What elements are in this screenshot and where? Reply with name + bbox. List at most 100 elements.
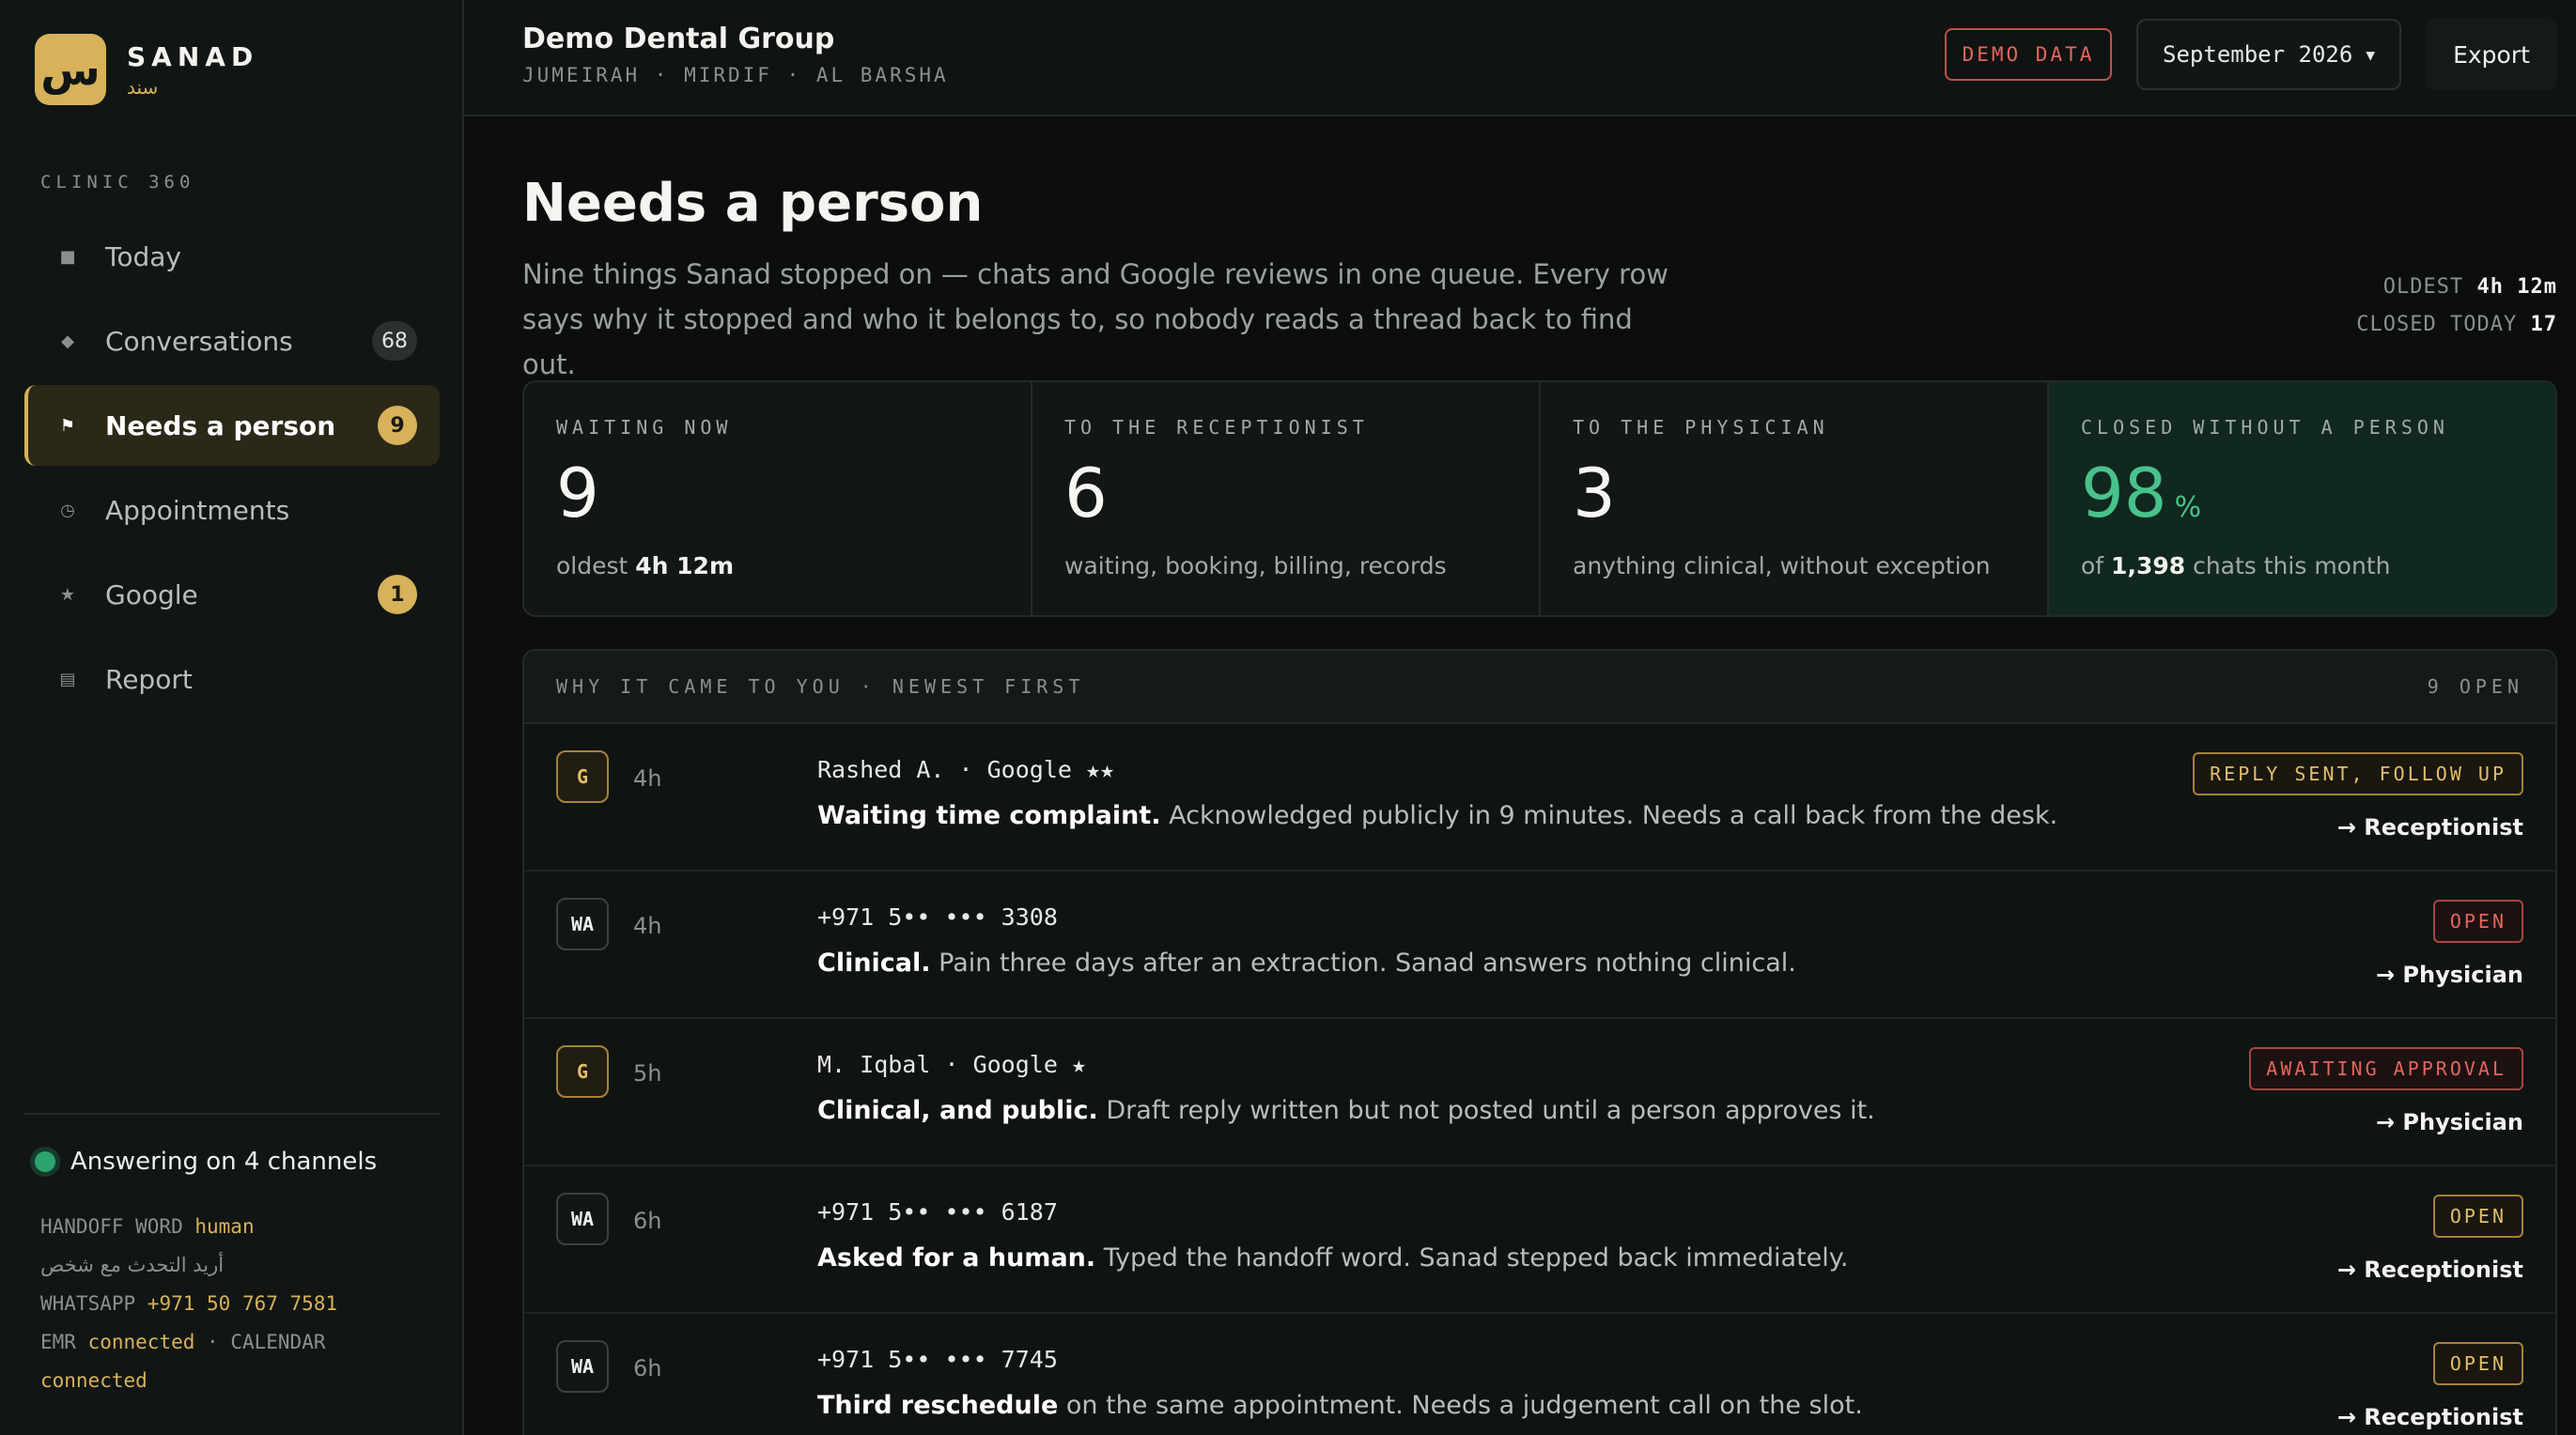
row-status-badge: OPEN xyxy=(2432,1195,2523,1238)
kpi-value: 3 xyxy=(1573,454,1616,532)
page-description: Nine things Sanad stopped on — chats and… xyxy=(522,258,1668,380)
row-status-badge: AWAITING APPROVAL xyxy=(2249,1047,2523,1090)
sidebar-item-today[interactable]: ■ Today xyxy=(24,216,440,297)
sidebar: س SANAD سند CLINIC 360 ■ Today ◆ Convers… xyxy=(0,0,464,1435)
month-select-value: September 2026 xyxy=(2163,41,2353,68)
kpi-note-text: oldest xyxy=(556,552,636,579)
row-reason: Third reschedule on the same appointment… xyxy=(817,1391,1863,1420)
google-channel-icon: G xyxy=(556,750,609,803)
row-owner[interactable]: → Receptionist xyxy=(2337,1257,2523,1283)
row-reason-detail: on the same appointment. Needs a judgeme… xyxy=(1058,1391,1863,1420)
row-age: 4h xyxy=(633,765,662,792)
handoff-arabic: أريد التحدث مع شخص xyxy=(40,1254,225,1276)
kpi-value: 98 xyxy=(2081,454,2167,532)
calendar-line: connected xyxy=(40,1362,435,1400)
queue-row[interactable]: WA 6h +971 5•• ••• 7745 Third reschedule… xyxy=(524,1314,2555,1435)
kpi-note: of 1,398 chats this month xyxy=(2081,552,2390,579)
google-channel-icon: G xyxy=(556,1045,609,1098)
brand[interactable]: س SANAD سند xyxy=(35,34,258,105)
row-reason-title: Waiting time complaint. xyxy=(817,801,1161,830)
row-owner[interactable]: → Physician xyxy=(2376,1109,2523,1135)
org-name: Demo Dental Group xyxy=(522,23,835,55)
kpi-note-text: chats this month xyxy=(2185,552,2391,579)
google-count-badge: 1 xyxy=(378,575,417,614)
row-reason-title: Clinical, and public. xyxy=(817,1096,1098,1125)
kpi-label: CLOSED WITHOUT A PERSON xyxy=(2081,416,2449,439)
queue-row[interactable]: G 5h M. Iqbal · Google ★ Clinical, and p… xyxy=(524,1019,2555,1166)
emr-status: connected xyxy=(87,1331,195,1353)
whatsapp-label: WHATSAPP xyxy=(40,1292,136,1315)
row-status-badge: OPEN xyxy=(2432,900,2523,943)
queue-row[interactable]: G 4h Rashed A. · Google ★★ Waiting time … xyxy=(524,724,2555,872)
row-reason: Clinical, and public. Draft reply writte… xyxy=(817,1096,1875,1125)
square-icon: ■ xyxy=(59,246,76,267)
whatsapp-line: WHATSAPP +971 50 767 7581 xyxy=(40,1285,435,1323)
kpi-closed-without-person: CLOSED WITHOUT A PERSON 98% of 1,398 cha… xyxy=(2049,382,2555,615)
row-reason-title: Asked for a human. xyxy=(817,1243,1096,1273)
sidebar-item-label: Report xyxy=(105,663,193,695)
month-select[interactable]: September 2026 ▼ xyxy=(2136,19,2401,90)
row-reason-detail: Acknowledged publicly in 9 minutes. Need… xyxy=(1160,801,2058,830)
row-contact: +971 5•• ••• 3308 xyxy=(817,903,1058,931)
sidebar-item-report[interactable]: ▤ Report xyxy=(24,639,440,719)
sidebar-item-conversations[interactable]: ◆ Conversations 68 xyxy=(24,301,440,381)
top-bar: Demo Dental Group JUMEIRAH · MIRDIF · AL… xyxy=(464,0,2576,116)
queue-header: WHY IT CAME TO YOU · NEWEST FIRST 9 OPEN xyxy=(524,651,2555,724)
whatsapp-channel-icon: WA xyxy=(556,898,609,950)
kpi-note-bold: 4h 12m xyxy=(635,552,735,579)
kpi-to-physician: TO THE PHYSICIAN 3 anything clinical, wi… xyxy=(1541,382,2049,615)
channel-status: Answering on 4 channels xyxy=(35,1148,377,1176)
queue-summary-stats: OLDEST 4h 12m CLOSED TODAY 17 xyxy=(2356,269,2557,344)
row-reason-title: Third reschedule xyxy=(817,1391,1059,1420)
star-icon: ★ xyxy=(59,584,76,605)
row-reason: Asked for a human. Typed the handoff wor… xyxy=(817,1243,1849,1273)
queue-heading: WHY IT CAME TO YOU · NEWEST FIRST xyxy=(556,675,1085,698)
sidebar-item-label: Conversations xyxy=(105,325,293,357)
row-reason-detail: Draft reply written but not posted until… xyxy=(1097,1096,1875,1125)
sidebar-item-needs-a-person[interactable]: ⚑ Needs a person 9 xyxy=(24,385,440,466)
queue-row[interactable]: WA 6h +971 5•• ••• 6187 Asked for a huma… xyxy=(524,1166,2555,1314)
kpi-label: TO THE PHYSICIAN xyxy=(1573,416,1829,439)
brand-name-arabic: سند xyxy=(127,75,159,99)
row-age: 4h xyxy=(633,913,662,939)
needs-person-count-badge: 9 xyxy=(378,406,417,445)
kpi-note: anything clinical, without exception xyxy=(1573,552,1991,579)
kpi-label: TO THE RECEPTIONIST xyxy=(1064,416,1369,439)
oldest-value: 4h 12m xyxy=(2476,275,2557,299)
row-owner[interactable]: → Physician xyxy=(2376,962,2523,988)
nav-section-label: CLINIC 360 xyxy=(40,172,195,193)
sidebar-item-appointments[interactable]: ◷ Appointments xyxy=(24,470,440,550)
row-age: 5h xyxy=(633,1060,662,1087)
row-contact: +971 5•• ••• 7745 xyxy=(817,1346,1058,1373)
emr-label: EMR xyxy=(40,1331,76,1353)
kpi-note: waiting, booking, billing, records xyxy=(1064,552,1447,579)
brand-text: SANAD سند xyxy=(127,41,258,99)
kpi-note-text: of xyxy=(2081,552,2112,579)
handoff-word-value: human xyxy=(194,1215,255,1238)
queue-row[interactable]: WA 4h +971 5•• ••• 3308 Clinical. Pain t… xyxy=(524,872,2555,1019)
logo: س xyxy=(35,34,106,105)
row-owner[interactable]: → Receptionist xyxy=(2337,1404,2523,1430)
queue-open-count: 9 OPEN xyxy=(2427,675,2523,698)
row-owner[interactable]: → Receptionist xyxy=(2337,814,2523,841)
row-age: 6h xyxy=(633,1208,662,1234)
handoff-word-line: HANDOFF WORD human xyxy=(40,1208,435,1246)
sidebar-item-label: Today xyxy=(105,240,181,272)
handoff-queue: WHY IT CAME TO YOU · NEWEST FIRST 9 OPEN… xyxy=(522,649,2557,1435)
kpi-to-receptionist: TO THE RECEPTIONIST 6 waiting, booking, … xyxy=(1032,382,1541,615)
sidebar-item-label: Google xyxy=(105,579,198,610)
row-contact: +971 5•• ••• 6187 xyxy=(817,1198,1058,1226)
row-reason: Waiting time complaint. Acknowledged pub… xyxy=(817,801,2057,830)
kpi-waiting-now: WAITING NOW 9 oldest 4h 12m xyxy=(524,382,1032,615)
conversations-count-badge: 68 xyxy=(372,321,417,361)
export-button[interactable]: Export xyxy=(2426,19,2557,90)
brand-name: SANAD xyxy=(127,40,259,72)
sidebar-item-label: Appointments xyxy=(105,494,290,526)
row-reason: Clinical. Pain three days after an extra… xyxy=(817,949,1796,978)
closed-today-stat: CLOSED TODAY 17 xyxy=(2356,306,2557,344)
separator: · xyxy=(207,1331,231,1353)
row-status-badge: REPLY SENT, FOLLOW UP xyxy=(2193,752,2523,795)
sidebar-item-google[interactable]: ★ Google 1 xyxy=(24,554,440,635)
whatsapp-channel-icon: WA xyxy=(556,1340,609,1393)
demo-data-badge: DEMO DATA xyxy=(1945,28,2112,81)
